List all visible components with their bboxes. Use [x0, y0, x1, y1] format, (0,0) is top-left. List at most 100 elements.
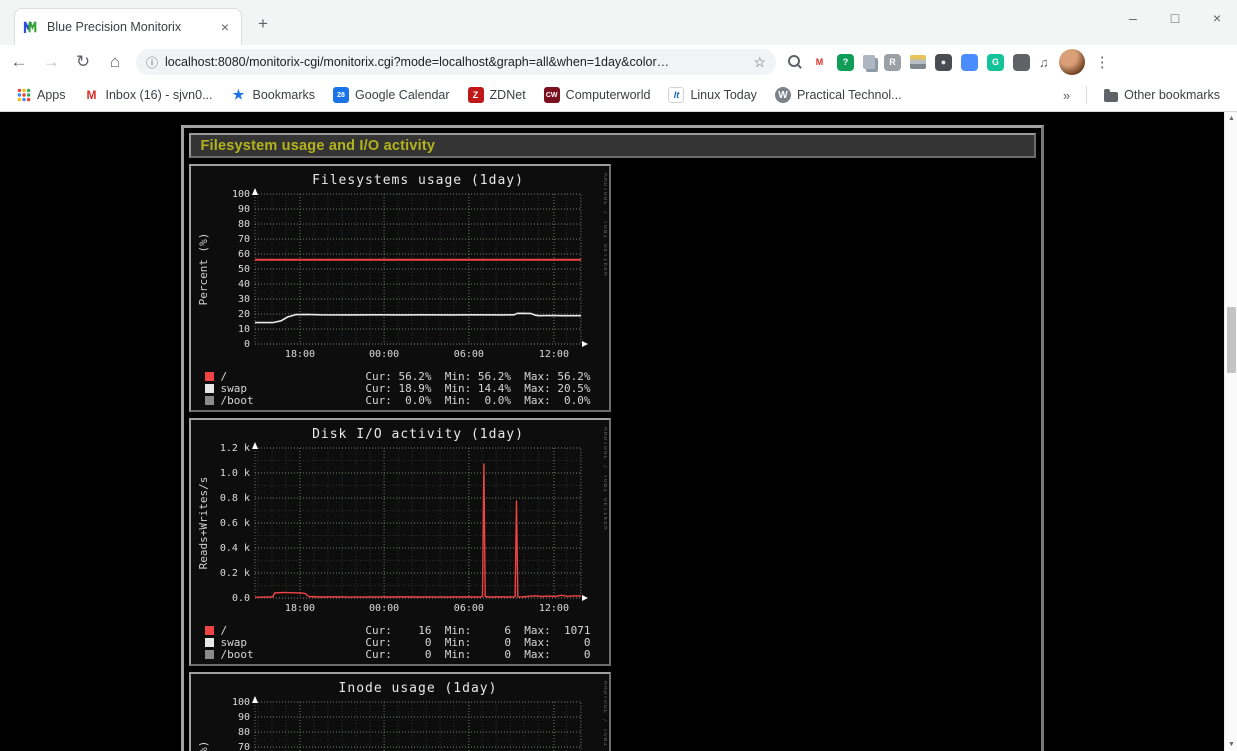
graph-panel-inode_usage[interactable]: Inode usage (1day)18:0000:0006:0012:0001…	[189, 672, 611, 751]
chart-disk_io[interactable]: Disk I/O activity (1day) 18:00 00:00 06:00 1…	[193, 422, 607, 618]
wordpress-icon: W	[775, 87, 791, 103]
zoom-icon[interactable]	[961, 54, 978, 71]
chart-legend: /Cur: 56.2% Min: 56.2% Max: 56.2%swapCur…	[193, 369, 607, 408]
legend-swatch	[205, 638, 214, 647]
bookmark-item-cw[interactable]: CWComputerworld	[537, 84, 658, 106]
svg-text:60: 60	[237, 249, 249, 260]
apps-grid-icon	[17, 88, 31, 102]
calendar-icon: 28	[333, 87, 349, 103]
bookmark-item-gmail[interactable]: M Inbox (16) - sjvn0...	[77, 84, 220, 106]
books-stack-icon[interactable]	[910, 55, 926, 69]
bookmark-item-star[interactable]: ★Bookmarks	[224, 84, 323, 106]
bookmark-item-zdnet[interactable]: ZZDNet	[461, 84, 533, 106]
legend-row: /bootCur: 0 Min: 0 Max: 0	[205, 648, 591, 660]
gmail-icon: M	[84, 87, 100, 103]
svg-text:Filesystems usage (1day): Filesystems usage (1day)	[312, 173, 524, 188]
tab-close-icon[interactable]: ×	[217, 19, 233, 35]
profile-avatar[interactable]	[1059, 49, 1085, 75]
svg-text:18:00: 18:00	[284, 603, 314, 614]
legend-swatch	[205, 626, 214, 635]
legend-swatch	[205, 650, 214, 659]
svg-text:100: 100	[231, 697, 249, 708]
svg-text:Percent (%): Percent (%)	[197, 741, 210, 751]
home-button[interactable]: ⌂	[104, 52, 126, 72]
bookmark-label: ZDNet	[490, 88, 526, 102]
scrollbar-up-icon[interactable]: ▲	[1225, 112, 1237, 125]
back-button[interactable]: ←	[8, 52, 30, 72]
gmail-icon[interactable]: M	[811, 54, 828, 71]
browser-titlebar: Blue Precision Monitorix × + – □ ×	[0, 0, 1237, 45]
copy-pages-icon[interactable]	[863, 55, 875, 69]
svg-text:80: 80	[237, 727, 249, 738]
chart-inode_usage[interactable]: Inode usage (1day)18:0000:0006:0012:0001…	[193, 676, 607, 751]
bookmark-label: Inbox (16) - sjvn0...	[106, 88, 213, 102]
svg-text:0.0: 0.0	[231, 593, 249, 604]
page-scrollbar[interactable]: ▲ ▼	[1224, 112, 1237, 751]
svg-text:00:00: 00:00	[369, 603, 399, 614]
svg-text:0.2 k: 0.2 k	[219, 568, 249, 579]
svg-text:12:00: 12:00	[538, 349, 568, 360]
bookmarks-bar: Apps M Inbox (16) - sjvn0... ★Bookmarks 28 Go…	[0, 79, 1237, 112]
legend-row: /Cur: 16 Min: 6 Max: 1071	[205, 624, 591, 636]
svg-text:1.0 k: 1.0 k	[219, 468, 249, 479]
puzzle-piece-icon[interactable]	[1013, 54, 1030, 71]
legend-row: swapCur: 18.9% Min: 14.4% Max: 20.5%	[205, 382, 591, 394]
bookmark-item-calendar[interactable]: 28 Google Calendar	[326, 84, 457, 106]
bookmark-item-apps[interactable]: Apps	[10, 85, 73, 105]
chart-fs_usage[interactable]: Filesystems usage (1day) 18:00 00:00 06:00 1…	[193, 168, 607, 364]
other-bookmarks[interactable]: Other bookmarks	[1097, 85, 1227, 105]
legend-series-name: /boot	[221, 394, 366, 407]
window-close-button[interactable]: ×	[1209, 10, 1225, 26]
folder-icon	[1104, 92, 1118, 102]
svg-text:Disk I/O activity (1day): Disk I/O activity (1day)	[312, 427, 524, 442]
svg-text:18:00: 18:00	[284, 349, 314, 360]
password-manager-icon[interactable]: ●	[935, 54, 952, 71]
svg-text:40: 40	[237, 279, 249, 290]
bookmarks-overflow-icon[interactable]: »	[1057, 88, 1076, 103]
page-info-icon[interactable]: ⓘ	[146, 54, 158, 71]
svg-text:00:00: 00:00	[369, 349, 399, 360]
svg-text:06:00: 06:00	[453, 349, 483, 360]
graph-panel-fs_usage[interactable]: Filesystems usage (1day) 18:00 00:00 06:00 1…	[189, 164, 611, 412]
grammarly-icon[interactable]: G	[987, 54, 1004, 71]
legend-swatch	[205, 396, 214, 405]
browser-tab[interactable]: Blue Precision Monitorix ×	[14, 8, 242, 45]
other-bookmarks-label: Other bookmarks	[1124, 88, 1220, 102]
url-text[interactable]: localhost:8080/monitorix-cgi/monitorix.c…	[165, 55, 746, 69]
svg-text:1.2 k: 1.2 k	[219, 443, 249, 454]
bookmark-star-icon[interactable]: ☆	[753, 54, 766, 71]
browser-toolbar: ← → ↻ ⌂ ⓘ localhost:8080/monitorix-cgi/m…	[0, 45, 1237, 79]
hangouts-icon[interactable]: ?	[837, 54, 854, 71]
window-minimize-button[interactable]: –	[1125, 10, 1141, 26]
svg-text:RRDTOOL / TOBI OETIKER: RRDTOOL / TOBI OETIKER	[602, 173, 607, 277]
svg-text:0.8 k: 0.8 k	[219, 493, 249, 504]
browser-menu-icon[interactable]: ⋮	[1095, 53, 1110, 71]
legend-values: Cur: 0.0% Min: 0.0% Max: 0.0%	[365, 394, 590, 407]
svg-text:12:00: 12:00	[538, 603, 568, 614]
svg-text:90: 90	[237, 204, 249, 215]
graph-panel-disk_io[interactable]: Disk I/O activity (1day) 18:00 00:00 06:00 1…	[189, 418, 611, 666]
bookmark-label: Practical Technol...	[797, 88, 902, 102]
monitorix-favicon	[23, 19, 39, 35]
address-bar[interactable]: ⓘ localhost:8080/monitorix-cgi/monitorix…	[136, 49, 776, 75]
extension-r-icon[interactable]: R	[884, 54, 901, 71]
section-title: Filesystem usage and I/O activity	[201, 138, 436, 154]
monitorix-content: Filesystem usage and I/O activity Filesys…	[181, 112, 1044, 751]
bookmark-label: Google Calendar	[355, 88, 450, 102]
svg-text:Reads+Writes/s: Reads+Writes/s	[197, 477, 210, 570]
forward-button[interactable]: →	[40, 52, 62, 72]
svg-text:0.4 k: 0.4 k	[219, 543, 249, 554]
window-maximize-button[interactable]: □	[1167, 10, 1183, 26]
star-icon: ★	[231, 87, 247, 103]
scrollbar-down-icon[interactable]: ▼	[1225, 738, 1237, 751]
playlist-icon[interactable]: ♫	[1039, 55, 1049, 70]
svg-text:06:00: 06:00	[453, 603, 483, 614]
bookmark-item-wordpress[interactable]: W Practical Technol...	[768, 84, 909, 106]
linuxtoday-icon: lt	[668, 87, 684, 103]
scrollbar-thumb[interactable]	[1227, 307, 1236, 373]
bookmark-item-linuxtoday[interactable]: ltLinux Today	[661, 84, 764, 106]
new-tab-button[interactable]: +	[258, 14, 268, 34]
reload-button[interactable]: ↻	[72, 52, 94, 72]
search-icon[interactable]	[788, 55, 802, 69]
section-filesystem: Filesystem usage and I/O activity Filesys…	[181, 125, 1044, 751]
